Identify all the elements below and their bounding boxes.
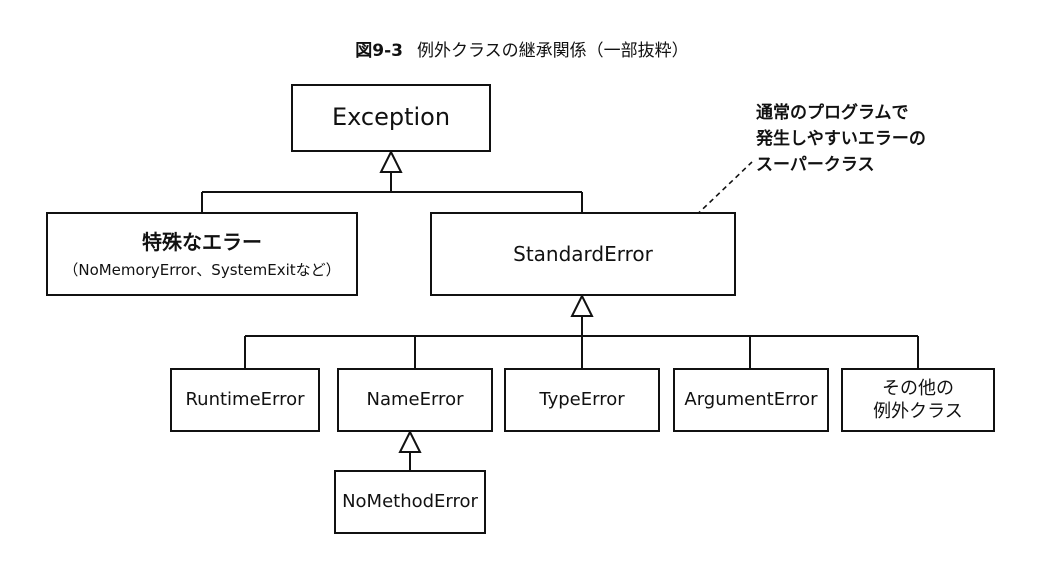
standard-error-box: StandardError bbox=[430, 212, 736, 296]
note-line-3: スーパークラス bbox=[756, 155, 875, 175]
name-error-box: NameError bbox=[337, 368, 493, 432]
runtime-error-box: RuntimeError bbox=[170, 368, 320, 432]
special-error-box: 特殊なエラー （NoMemoryError、SystemExitなど） bbox=[46, 212, 358, 296]
argument-error-label: ArgumentError bbox=[684, 389, 818, 411]
special-error-examples: （NoMemoryError、SystemExitなど） bbox=[63, 260, 341, 279]
note-line-1: 通常のプログラムで bbox=[756, 103, 909, 123]
type-error-label: TypeError bbox=[539, 389, 625, 411]
no-method-error-box: NoMethodError bbox=[334, 470, 486, 534]
type-error-box: TypeError bbox=[504, 368, 660, 432]
runtime-error-label: RuntimeError bbox=[185, 389, 305, 411]
inherit-arrow-standard-error bbox=[570, 293, 594, 317]
no-method-error-label: NoMethodError bbox=[342, 491, 478, 513]
standard-error-label: StandardError bbox=[513, 242, 653, 266]
argument-error-box: ArgumentError bbox=[673, 368, 829, 432]
other-classes-line2: 例外クラス bbox=[873, 401, 963, 422]
inherit-arrow-name-error bbox=[398, 429, 422, 453]
other-classes-line1: その他の bbox=[882, 377, 954, 399]
name-error-label: NameError bbox=[366, 389, 464, 411]
exception-box: Exception bbox=[291, 84, 491, 152]
special-error-label: 特殊なエラー bbox=[142, 229, 262, 254]
other-classes-box: その他の 例外クラス bbox=[841, 368, 995, 432]
standard-error-note: 通常のプログラムで 発生しやすいエラーの スーパークラス bbox=[756, 100, 926, 178]
note-line-2: 発生しやすいエラーの bbox=[756, 129, 926, 149]
inherit-arrow-exception bbox=[379, 149, 403, 173]
exception-label: Exception bbox=[331, 103, 451, 132]
